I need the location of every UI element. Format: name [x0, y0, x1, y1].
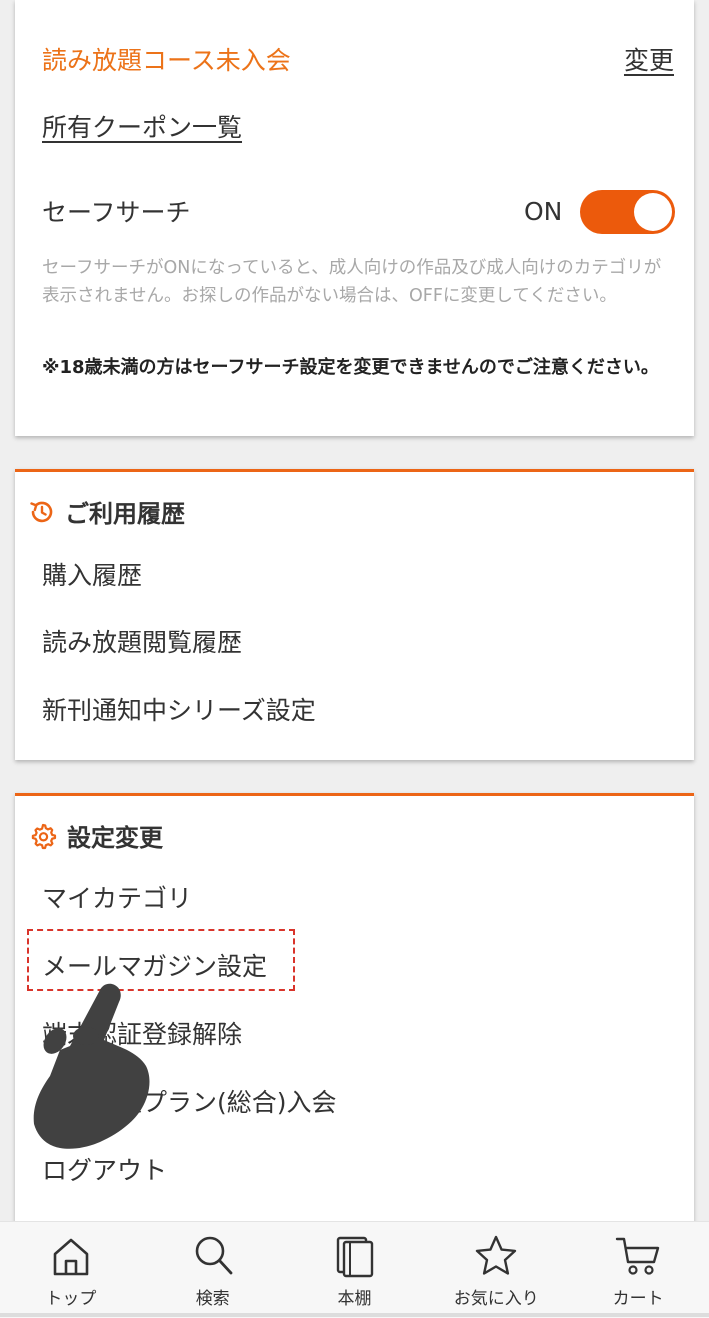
search-icon	[189, 1232, 237, 1280]
star-icon	[472, 1232, 520, 1280]
bottom-divider	[0, 1313, 709, 1317]
history-item-new-release-series[interactable]: 新刊通知中シリーズ設定	[42, 691, 316, 727]
history-heading: ご利用履歴	[29, 494, 185, 529]
settings-item-device-auth[interactable]: 端末認証登録解除	[42, 1015, 242, 1051]
safe-search-note: ※18歳未満の方はセーフサーチ設定を変更できませんのでご注意ください。	[42, 357, 659, 378]
settings-item-unlimited-plan[interactable]: 読み放題プラン(総合)入会	[42, 1083, 337, 1119]
history-icon	[29, 499, 55, 525]
cart-icon	[614, 1232, 662, 1280]
tab-label-bookshelf: 本棚	[337, 1289, 372, 1309]
tab-bookshelf[interactable]: 本棚	[284, 1222, 426, 1318]
account-card: 読み放題コース未入会 変更 所有クーポン一覧 セーフサーチ ON セーフサーチが…	[15, 0, 694, 436]
safe-search-toggle[interactable]	[580, 190, 675, 234]
safe-search-state: ON	[524, 197, 563, 226]
tab-top[interactable]: トップ	[0, 1222, 142, 1318]
history-item-unlimited-reading[interactable]: 読み放題閲覧履歴	[42, 623, 242, 659]
change-plan-link[interactable]: 変更	[624, 41, 674, 77]
target-highlight	[27, 929, 295, 991]
bottom-tab-bar: トップ 検索 本棚 お気に入り カート	[0, 1221, 709, 1318]
settings-heading: 設定変更	[29, 818, 163, 853]
home-icon	[47, 1232, 95, 1280]
history-card: ご利用履歴 購入履歴 読み放題閲覧履歴 新刊通知中シリーズ設定	[15, 469, 694, 760]
settings-card: 設定変更 マイカテゴリ メールマガジン設定 端末認証登録解除 読み放題プラン(総…	[15, 793, 694, 1233]
history-title: ご利用履歴	[65, 500, 185, 528]
safe-search-label: セーフサーチ	[42, 198, 191, 227]
tab-label-search: 検索	[195, 1289, 230, 1309]
history-item-purchase[interactable]: 購入履歴	[42, 556, 142, 592]
tab-search[interactable]: 検索	[142, 1222, 284, 1318]
settings-item-logout[interactable]: ログアウト	[42, 1151, 167, 1187]
tab-cart[interactable]: カート	[567, 1222, 709, 1318]
bookshelf-icon	[330, 1232, 378, 1280]
gear-icon	[29, 822, 57, 850]
settings-item-my-category[interactable]: マイカテゴリ	[42, 879, 192, 915]
tab-label-top: トップ	[45, 1289, 97, 1309]
coupon-list-link[interactable]: 所有クーポン一覧	[42, 108, 242, 144]
tab-label-favorites: お気に入り	[453, 1289, 539, 1309]
tab-favorites[interactable]: お気に入り	[425, 1222, 567, 1318]
settings-title: 設定変更	[67, 824, 163, 852]
toggle-knob	[634, 193, 672, 231]
safe-search-description: セーフサーチがONになっていると、成人向けの作品及び成人向けのカテゴリが表示され…	[42, 258, 662, 306]
tab-label-cart: カート	[612, 1289, 664, 1309]
plan-status-label: 読み放題コース未入会	[42, 46, 291, 75]
